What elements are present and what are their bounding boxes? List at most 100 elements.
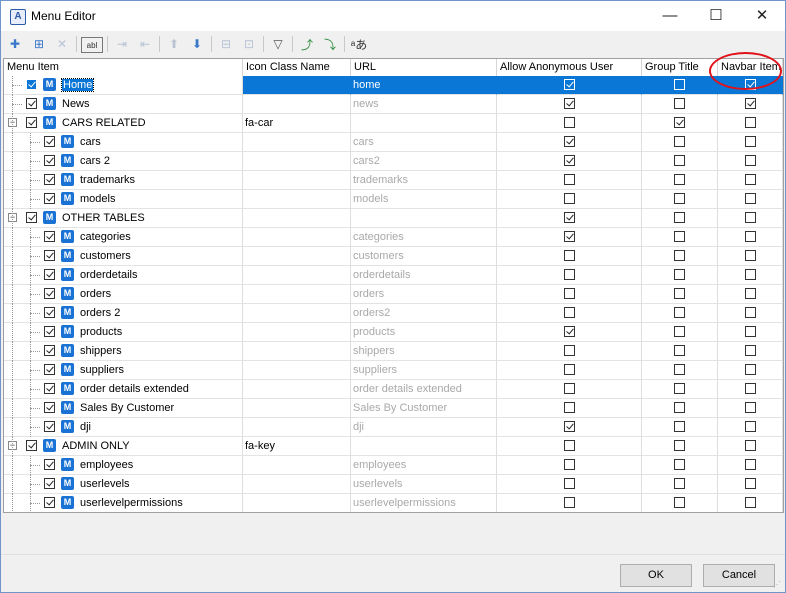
add-item-icon[interactable]: ✚ <box>6 35 24 53</box>
anon-checkbox[interactable] <box>564 136 575 147</box>
table-row[interactable]: Mcars cars <box>4 133 783 152</box>
cell-anon[interactable] <box>497 133 642 152</box>
anon-checkbox[interactable] <box>564 79 575 90</box>
column-header-url[interactable]: URL <box>351 59 497 76</box>
enabled-checkbox[interactable] <box>44 193 55 204</box>
cell-navbar[interactable] <box>718 285 783 304</box>
navbar-checkbox[interactable] <box>745 193 756 204</box>
cell-icon[interactable] <box>243 380 351 399</box>
menu-item-label[interactable]: models <box>80 193 115 205</box>
table-row[interactable]: Mproducts products <box>4 323 783 342</box>
cell-url[interactable]: Sales By Customer <box>351 399 497 418</box>
enabled-checkbox[interactable] <box>44 307 55 318</box>
menu-item-label[interactable]: employees <box>80 459 133 471</box>
cell-group[interactable] <box>642 171 718 190</box>
url-text[interactable]: customers <box>353 250 404 262</box>
cell-anon[interactable] <box>497 114 642 133</box>
navbar-checkbox[interactable] <box>745 117 756 128</box>
table-row[interactable]: Morders orders <box>4 285 783 304</box>
cell-name[interactable]: Mcategories <box>4 228 243 247</box>
add-child-icon[interactable]: ⊞ <box>30 35 48 53</box>
table-row[interactable]: Mshippers shippers <box>4 342 783 361</box>
menu-item-label[interactable]: ADMIN ONLY <box>62 440 130 452</box>
navbar-checkbox[interactable] <box>745 288 756 299</box>
cell-icon[interactable] <box>243 323 351 342</box>
cell-name[interactable]: Mproducts <box>4 323 243 342</box>
cell-group[interactable] <box>642 114 718 133</box>
cell-navbar[interactable] <box>718 475 783 494</box>
cell-anon[interactable] <box>497 494 642 512</box>
anon-checkbox[interactable] <box>564 155 575 166</box>
cell-name[interactable]: Mdji <box>4 418 243 437</box>
cell-navbar[interactable] <box>718 114 783 133</box>
cell-navbar[interactable] <box>718 133 783 152</box>
cell-icon[interactable]: fa-car <box>243 114 351 133</box>
group-checkbox[interactable] <box>674 117 685 128</box>
table-row[interactable]: Muserlevels userlevels <box>4 475 783 494</box>
anon-checkbox[interactable] <box>564 383 575 394</box>
url-text[interactable]: trademarks <box>353 174 408 186</box>
maximize-button[interactable]: ☐ <box>693 1 739 31</box>
navbar-checkbox[interactable] <box>745 326 756 337</box>
group-checkbox[interactable] <box>674 193 685 204</box>
menu-item-label[interactable]: News <box>62 98 90 110</box>
minimize-button[interactable]: — <box>647 1 693 31</box>
cell-url[interactable]: cars <box>351 133 497 152</box>
cell-name[interactable]: Morder details extended <box>4 380 243 399</box>
close-button[interactable]: ✕ <box>739 1 785 31</box>
table-row[interactable]: Mmodels models <box>4 190 783 209</box>
navbar-checkbox[interactable] <box>745 307 756 318</box>
cell-icon[interactable] <box>243 152 351 171</box>
cell-navbar[interactable] <box>718 494 783 512</box>
cell-icon[interactable] <box>243 456 351 475</box>
menu-item-label[interactable]: OTHER TABLES <box>62 212 145 224</box>
cell-name[interactable]: Mshippers <box>4 342 243 361</box>
cancel-button[interactable]: Cancel <box>703 564 775 587</box>
cell-url[interactable] <box>351 437 497 456</box>
cell-name[interactable]: Mcars <box>4 133 243 152</box>
cell-group[interactable] <box>642 76 718 95</box>
group-checkbox[interactable] <box>674 364 685 375</box>
enabled-checkbox[interactable] <box>26 440 37 451</box>
icon-class-text[interactable]: fa-car <box>245 117 273 129</box>
menu-item-label[interactable]: cars 2 <box>80 155 110 167</box>
cell-anon[interactable] <box>497 361 642 380</box>
menu-item-label[interactable]: shippers <box>80 345 122 357</box>
menu-item-label[interactable]: dji <box>80 421 91 433</box>
group-checkbox[interactable] <box>674 269 685 280</box>
table-row[interactable]: Mcars 2 cars2 <box>4 152 783 171</box>
cell-anon[interactable] <box>497 190 642 209</box>
enabled-checkbox[interactable] <box>44 459 55 470</box>
column-header-allow-anonymous[interactable]: Allow Anonymous User <box>497 59 642 76</box>
enabled-checkbox[interactable] <box>44 364 55 375</box>
menu-item-label[interactable]: orders <box>80 288 111 300</box>
navbar-checkbox[interactable] <box>745 497 756 508</box>
group-checkbox[interactable] <box>674 440 685 451</box>
cell-group[interactable] <box>642 190 718 209</box>
cell-name[interactable]: Memployees <box>4 456 243 475</box>
cell-group[interactable] <box>642 133 718 152</box>
cell-group[interactable] <box>642 399 718 418</box>
anon-checkbox[interactable] <box>564 307 575 318</box>
group-checkbox[interactable] <box>674 155 685 166</box>
enabled-checkbox[interactable] <box>44 345 55 356</box>
cell-name[interactable]: Mtrademarks <box>4 171 243 190</box>
menu-item-label[interactable]: customers <box>80 250 131 262</box>
column-header-group-title[interactable]: Group Title <box>642 59 718 76</box>
cell-name[interactable]: M Sales By Customer <box>4 399 243 418</box>
group-checkbox[interactable] <box>674 212 685 223</box>
cell-name[interactable]: Mcars 2 <box>4 152 243 171</box>
cell-icon[interactable] <box>243 399 351 418</box>
menu-item-label[interactable]: userlevels <box>80 478 130 490</box>
cell-anon[interactable] <box>497 323 642 342</box>
anon-checkbox[interactable] <box>564 231 575 242</box>
anon-checkbox[interactable] <box>564 117 575 128</box>
import-icon[interactable]: ⤴ <box>298 35 316 53</box>
cell-url[interactable]: categories <box>351 228 497 247</box>
table-row[interactable]: Msuppliers suppliers <box>4 361 783 380</box>
url-text[interactable]: suppliers <box>353 364 397 376</box>
cell-icon[interactable] <box>243 171 351 190</box>
menu-item-label[interactable]: orders 2 <box>80 307 120 319</box>
enabled-checkbox[interactable] <box>26 98 37 109</box>
cell-navbar[interactable] <box>718 190 783 209</box>
